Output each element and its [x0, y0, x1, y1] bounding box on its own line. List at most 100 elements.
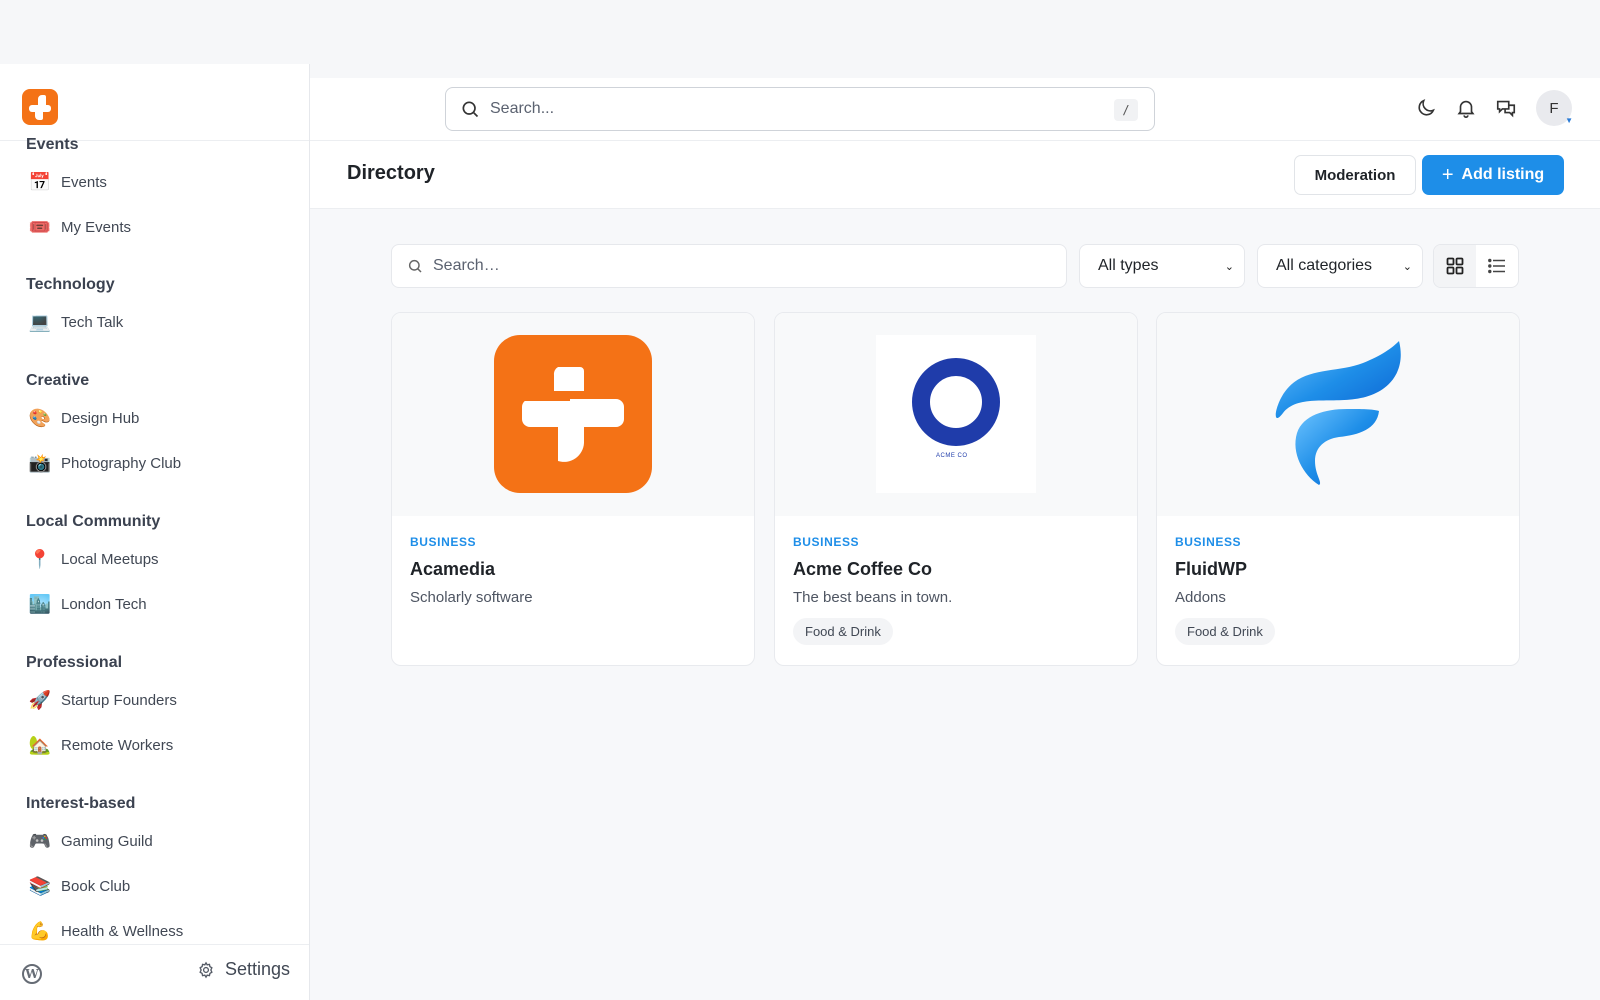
muscle-icon: 💪: [28, 920, 52, 941]
listing-name: Acme Coffee Co: [793, 559, 933, 579]
sidebar-item-local-meetups[interactable]: 📍 Local Meetups: [26, 541, 286, 577]
section-title-interest-based: Interest-based: [26, 795, 136, 812]
top-strip: [0, 0, 1600, 64]
top-strip-right: [310, 64, 1600, 78]
house-icon: 🏡: [28, 734, 52, 755]
type-select-value: All types: [1098, 257, 1159, 274]
plus-icon: +: [1441, 163, 1454, 186]
sidebar-item-startup-founders[interactable]: 🚀 Startup Founders: [26, 682, 286, 718]
section-title-local-community: Local Community: [26, 513, 161, 530]
page-title: Directory: [347, 162, 435, 184]
listing-name: FluidWP: [1175, 559, 1247, 579]
section-title-technology: Technology: [26, 276, 115, 293]
listing-description: Addons: [1175, 589, 1226, 606]
app-logo-icon[interactable]: [22, 89, 58, 125]
fluidwp-logo: [1275, 341, 1401, 485]
listing-image: [392, 313, 754, 516]
section-title-events: Events: [26, 136, 79, 153]
sidebar-item-design-hub[interactable]: 🎨 Design Hub: [26, 400, 286, 436]
header-actions: F ▼: [1398, 90, 1573, 126]
list-view-button[interactable]: [1476, 245, 1518, 287]
directory-search[interactable]: [391, 244, 1067, 288]
listing-card[interactable]: BUSINESS FluidWP Addons Food & Drink: [1156, 312, 1520, 666]
ticket-icon: 🎟️: [28, 216, 52, 237]
gear-icon: [199, 961, 213, 978]
listing-name: Acamedia: [410, 559, 496, 579]
sidebar-footer: W Settings: [0, 944, 309, 1000]
sidebar-item-label: Photography Club: [61, 454, 182, 472]
category-select[interactable]: All categories ⌄: [1257, 244, 1423, 288]
listing-image: ACME CO: [775, 313, 1137, 516]
type-select[interactable]: All types ⌄: [1079, 244, 1245, 288]
sidebar-item-label: Local Meetups: [61, 550, 159, 568]
grid-icon: [1446, 257, 1464, 275]
listing-card[interactable]: ACME CO BUSINESS Acme Coffee Co The best…: [774, 312, 1138, 666]
listing-type: BUSINESS: [1175, 535, 1242, 549]
avatar[interactable]: F ▼: [1536, 90, 1573, 126]
grid-view-button[interactable]: [1434, 245, 1476, 287]
add-listing-label: Add listing: [1461, 166, 1545, 183]
add-listing-button[interactable]: + Add listing: [1422, 155, 1564, 195]
view-toggle: [1433, 244, 1519, 288]
sidebar-item-london-tech[interactable]: 🏙️ London Tech: [26, 586, 286, 622]
search-shortcut-hint: /: [1114, 99, 1138, 121]
moderation-button[interactable]: Moderation: [1294, 155, 1416, 195]
camera-icon: 📸: [28, 452, 52, 473]
filters-bar: All types ⌄ All categories ⌄: [391, 244, 1521, 288]
chevron-down-icon: ⌄: [1402, 260, 1412, 273]
sidebar-item-remote-workers[interactable]: 🏡 Remote Workers: [26, 727, 286, 763]
top-header: / F ▼: [310, 78, 1600, 141]
chat-icon[interactable]: [1494, 96, 1518, 120]
listing-type: BUSINESS: [793, 535, 860, 549]
listing-image: [1157, 313, 1519, 516]
sidebar-item-label: Gaming Guild: [61, 832, 153, 850]
sidebar-item-label: Remote Workers: [61, 736, 174, 754]
gamepad-icon: 🎮: [28, 830, 52, 851]
sidebar-item-photography-club[interactable]: 📸 Photography Club: [26, 445, 286, 481]
settings-label: Settings: [224, 959, 290, 979]
sidebar-item-label: Health & Wellness: [61, 922, 184, 940]
list-icon: [1488, 258, 1505, 274]
city-icon: 🏙️: [28, 593, 52, 614]
listing-description: The best beans in town.: [793, 589, 953, 606]
sidebar-item-label: London Tech: [61, 595, 147, 613]
search-icon: [462, 101, 479, 118]
chevron-down-icon: ▼: [1565, 116, 1573, 125]
bell-icon[interactable]: [1454, 96, 1478, 120]
sidebar-item-gaming-guild[interactable]: 🎮 Gaming Guild: [26, 823, 286, 859]
category-select-value: All categories: [1276, 257, 1373, 274]
listing-type: BUSINESS: [410, 535, 477, 549]
sidebar-item-book-club[interactable]: 📚 Book Club: [26, 868, 286, 904]
global-search-input[interactable]: [490, 100, 1090, 118]
laptop-icon: 💻: [28, 311, 52, 332]
search-icon: [408, 259, 422, 273]
sidebar-item-label: Design Hub: [61, 409, 140, 427]
sidebar-item-tech-talk[interactable]: 💻 Tech Talk: [26, 304, 286, 340]
acme-logo-text: ACME CO: [936, 453, 968, 459]
sidebar-item-my-events[interactable]: 🎟️ My Events: [26, 209, 286, 245]
category-tag[interactable]: Food & Drink: [793, 618, 893, 645]
chevron-down-icon: ⌄: [1224, 260, 1234, 273]
settings-button[interactable]: Settings: [197, 959, 290, 980]
listing-card[interactable]: BUSINESS Acamedia Scholarly software: [391, 312, 755, 666]
moon-icon[interactable]: [1414, 96, 1438, 120]
sidebar-item-label: Events: [61, 173, 107, 191]
section-title-professional: Professional: [26, 654, 123, 671]
acamedia-logo: [494, 335, 652, 493]
sidebar-header: [0, 64, 309, 141]
sidebar-item-label: Tech Talk: [61, 313, 124, 331]
category-tag[interactable]: Food & Drink: [1175, 618, 1275, 645]
directory-search-input[interactable]: [433, 257, 1033, 275]
page-header: Directory Moderation + Add listing: [310, 141, 1600, 209]
listing-description: Scholarly software: [410, 589, 533, 606]
books-icon: 📚: [28, 875, 52, 896]
acme-logo: ACME CO: [876, 335, 1036, 493]
pin-icon: 📍: [28, 548, 52, 569]
sidebar: Events 📅 Events 🎟️ My Events Technology …: [0, 64, 310, 1000]
global-search[interactable]: /: [445, 87, 1155, 131]
sidebar-item-events[interactable]: 📅 Events: [26, 164, 286, 200]
sidebar-item-label: Book Club: [61, 877, 131, 895]
wordpress-icon[interactable]: W: [22, 964, 42, 984]
avatar-initial: F: [1549, 99, 1559, 117]
sidebar-item-label: Startup Founders: [61, 691, 177, 709]
